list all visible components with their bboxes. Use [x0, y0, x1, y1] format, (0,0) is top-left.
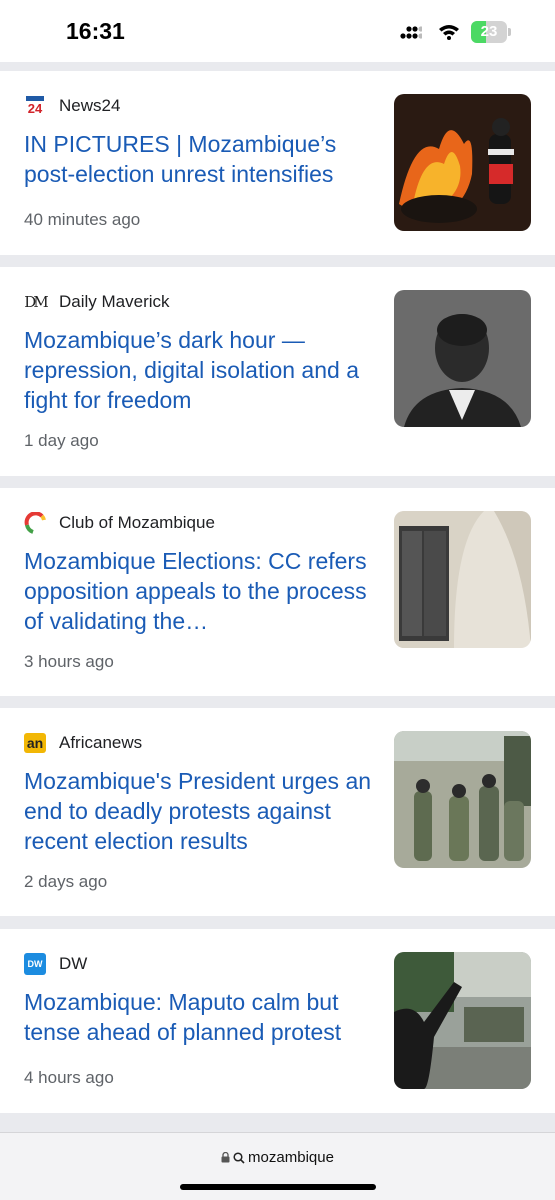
africanews-logo-icon: an [24, 732, 46, 754]
headline-link[interactable]: IN PICTURES | Mozambique’s post-election… [24, 129, 376, 189]
source-row[interactable]: 24 News24 [24, 95, 120, 117]
article-age: 3 hours ago [24, 652, 114, 671]
article-age: 4 hours ago [24, 1068, 114, 1087]
headline-link[interactable]: Mozambique’s dark hour — repression, dig… [24, 325, 376, 415]
source-name: News24 [59, 96, 121, 115]
source-row[interactable]: DW DW [24, 953, 87, 975]
url-field[interactable]: mozambique [0, 1149, 555, 1166]
headline-link[interactable]: Mozambique Elections: CC refers oppositi… [24, 546, 376, 636]
article-age: 40 minutes ago [24, 210, 141, 229]
source-name: Africanews [59, 733, 143, 752]
source-row[interactable]: DM Daily Maverick [24, 291, 170, 313]
news-card[interactable]: DW DW Mozambique: Maputo calm but tense … [0, 929, 555, 1113]
news-card[interactable]: an Africanews Mozambique's President urg… [0, 708, 555, 916]
battery-level: 23 [480, 23, 498, 40]
article-age: 1 day ago [24, 431, 99, 450]
article-thumbnail[interactable] [394, 290, 531, 427]
source-row[interactable]: Club of Mozambique [24, 512, 215, 534]
club-of-mozambique-logo-icon [24, 512, 46, 534]
headline-link[interactable]: Mozambique's President urges an end to d… [24, 766, 376, 856]
source-name: Club of Mozambique [59, 513, 215, 532]
home-indicator[interactable] [180, 1184, 376, 1190]
source-name: Daily Maverick [59, 292, 170, 311]
status-bar: 16:31 23 [0, 0, 555, 62]
news-card[interactable]: 24 News24 IN PICTURES | Mozambique’s pos… [0, 71, 555, 255]
source-name: DW [59, 954, 88, 973]
battery-icon: 23 [471, 21, 511, 43]
wifi-icon [439, 25, 459, 40]
daily-maverick-logo-icon: DM [24, 293, 48, 311]
article-thumbnail[interactable] [394, 731, 531, 868]
headline-link[interactable]: Mozambique: Maputo calm but tense ahead … [24, 987, 376, 1047]
status-time: 16:31 [66, 18, 125, 44]
article-thumbnail[interactable] [394, 511, 531, 648]
source-row[interactable]: an Africanews [24, 732, 142, 754]
signal-icon [400, 26, 422, 39]
news-card[interactable]: Club of Mozambique Mozambique Elections:… [0, 488, 555, 696]
news-card[interactable]: DM Daily Maverick Mozambique’s dark hour… [0, 267, 555, 476]
lock-icon [221, 1152, 230, 1163]
address-bar[interactable]: mozambique [0, 1132, 555, 1200]
news24-logo-icon: 24 [24, 95, 46, 117]
dw-logo-icon: DW [24, 953, 46, 975]
article-thumbnail[interactable] [394, 94, 531, 231]
search-query: mozambique [248, 1149, 334, 1166]
article-age: 2 days ago [24, 872, 108, 891]
article-thumbnail[interactable] [394, 952, 531, 1089]
search-icon [233, 1151, 245, 1164]
